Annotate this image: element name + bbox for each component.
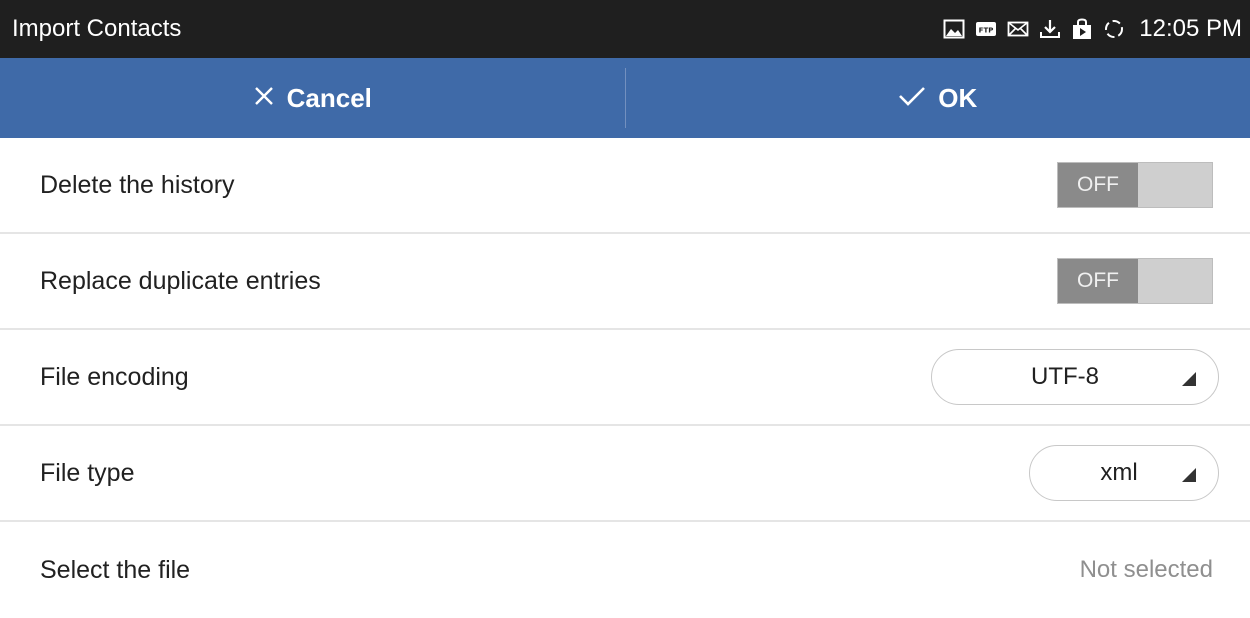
select-file-value[interactable]: Not selected xyxy=(1080,556,1213,584)
replace-duplicates-row: Replace duplicate entries OFF xyxy=(0,234,1250,330)
file-encoding-value: UTF-8 xyxy=(1031,363,1099,391)
settings-list: Delete the history OFF Replace duplicate… xyxy=(0,138,1250,618)
toggle-track xyxy=(1138,259,1212,303)
toggle-state: OFF xyxy=(1058,163,1138,207)
delete-history-label: Delete the history xyxy=(40,171,235,200)
sync-icon xyxy=(1103,18,1125,40)
select-file-label: Select the file xyxy=(40,556,190,585)
ok-label: OK xyxy=(938,83,977,114)
replace-duplicates-label: Replace duplicate entries xyxy=(40,267,321,296)
dropdown-arrow-icon xyxy=(1182,468,1196,482)
dropdown-arrow-icon xyxy=(1182,372,1196,386)
file-type-value: xml xyxy=(1100,459,1137,487)
delete-history-toggle[interactable]: OFF xyxy=(1057,162,1213,208)
toggle-state: OFF xyxy=(1058,259,1138,303)
window-title: Import Contacts xyxy=(12,15,181,43)
ok-button[interactable]: OK xyxy=(626,58,1250,138)
file-encoding-label: File encoding xyxy=(40,363,189,392)
replace-duplicates-toggle[interactable]: OFF xyxy=(1057,258,1213,304)
action-bar: Cancel OK xyxy=(0,58,1250,138)
status-bar: Import Contacts FTP xyxy=(0,0,1250,58)
mail-icon xyxy=(1007,18,1029,40)
delete-history-row: Delete the history OFF xyxy=(0,138,1250,234)
file-type-row: File type xml xyxy=(0,426,1250,522)
svg-text:FTP: FTP xyxy=(979,27,994,35)
status-icons: FTP 12:05 PM xyxy=(943,15,1242,43)
store-bag-icon xyxy=(1071,18,1093,40)
select-file-row[interactable]: Select the file Not selected xyxy=(0,522,1250,618)
download-icon xyxy=(1039,18,1061,40)
file-encoding-select[interactable]: UTF-8 xyxy=(931,349,1219,405)
image-icon xyxy=(943,18,965,40)
check-icon xyxy=(898,83,926,114)
ftp-icon: FTP xyxy=(975,18,997,40)
toggle-track xyxy=(1138,163,1212,207)
close-icon xyxy=(253,83,275,114)
clock: 12:05 PM xyxy=(1139,15,1242,43)
cancel-button[interactable]: Cancel xyxy=(0,58,625,138)
cancel-label: Cancel xyxy=(287,83,372,114)
file-type-label: File type xyxy=(40,459,134,488)
file-encoding-row: File encoding UTF-8 xyxy=(0,330,1250,426)
file-type-select[interactable]: xml xyxy=(1029,445,1219,501)
